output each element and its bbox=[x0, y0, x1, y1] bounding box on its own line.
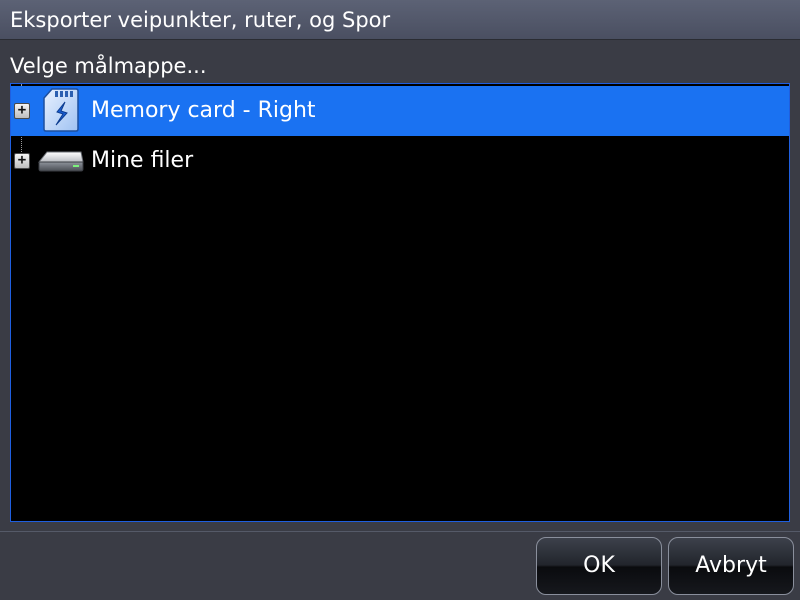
tree-item-memory-card[interactable]: + Memory card - Right bbox=[11, 86, 789, 136]
dialog-title: Eksporter veipunkter, ruter, og Spor bbox=[10, 8, 391, 32]
footer-divider bbox=[0, 531, 800, 532]
hard-drive-icon bbox=[37, 151, 84, 172]
tree-item-mine-filer[interactable]: + Mine filer bbox=[11, 136, 789, 186]
cancel-button[interactable]: Avbryt bbox=[668, 537, 794, 595]
tree-item-label: Memory card - Right bbox=[91, 98, 316, 123]
folder-tree[interactable]: + Memory card - Right + Mine filer bbox=[10, 83, 790, 522]
expand-icon[interactable]: + bbox=[14, 153, 30, 169]
tree-item-label: Mine filer bbox=[91, 148, 194, 173]
expand-icon[interactable]: + bbox=[14, 103, 30, 119]
folder-prompt-label: Velge målmappe... bbox=[10, 54, 207, 78]
title-bar: Eksporter veipunkter, ruter, og Spor bbox=[0, 0, 800, 40]
export-dialog: Eksporter veipunkter, ruter, og Spor Vel… bbox=[0, 0, 800, 600]
ok-button[interactable]: OK bbox=[536, 537, 662, 595]
sd-card-icon bbox=[43, 88, 79, 132]
